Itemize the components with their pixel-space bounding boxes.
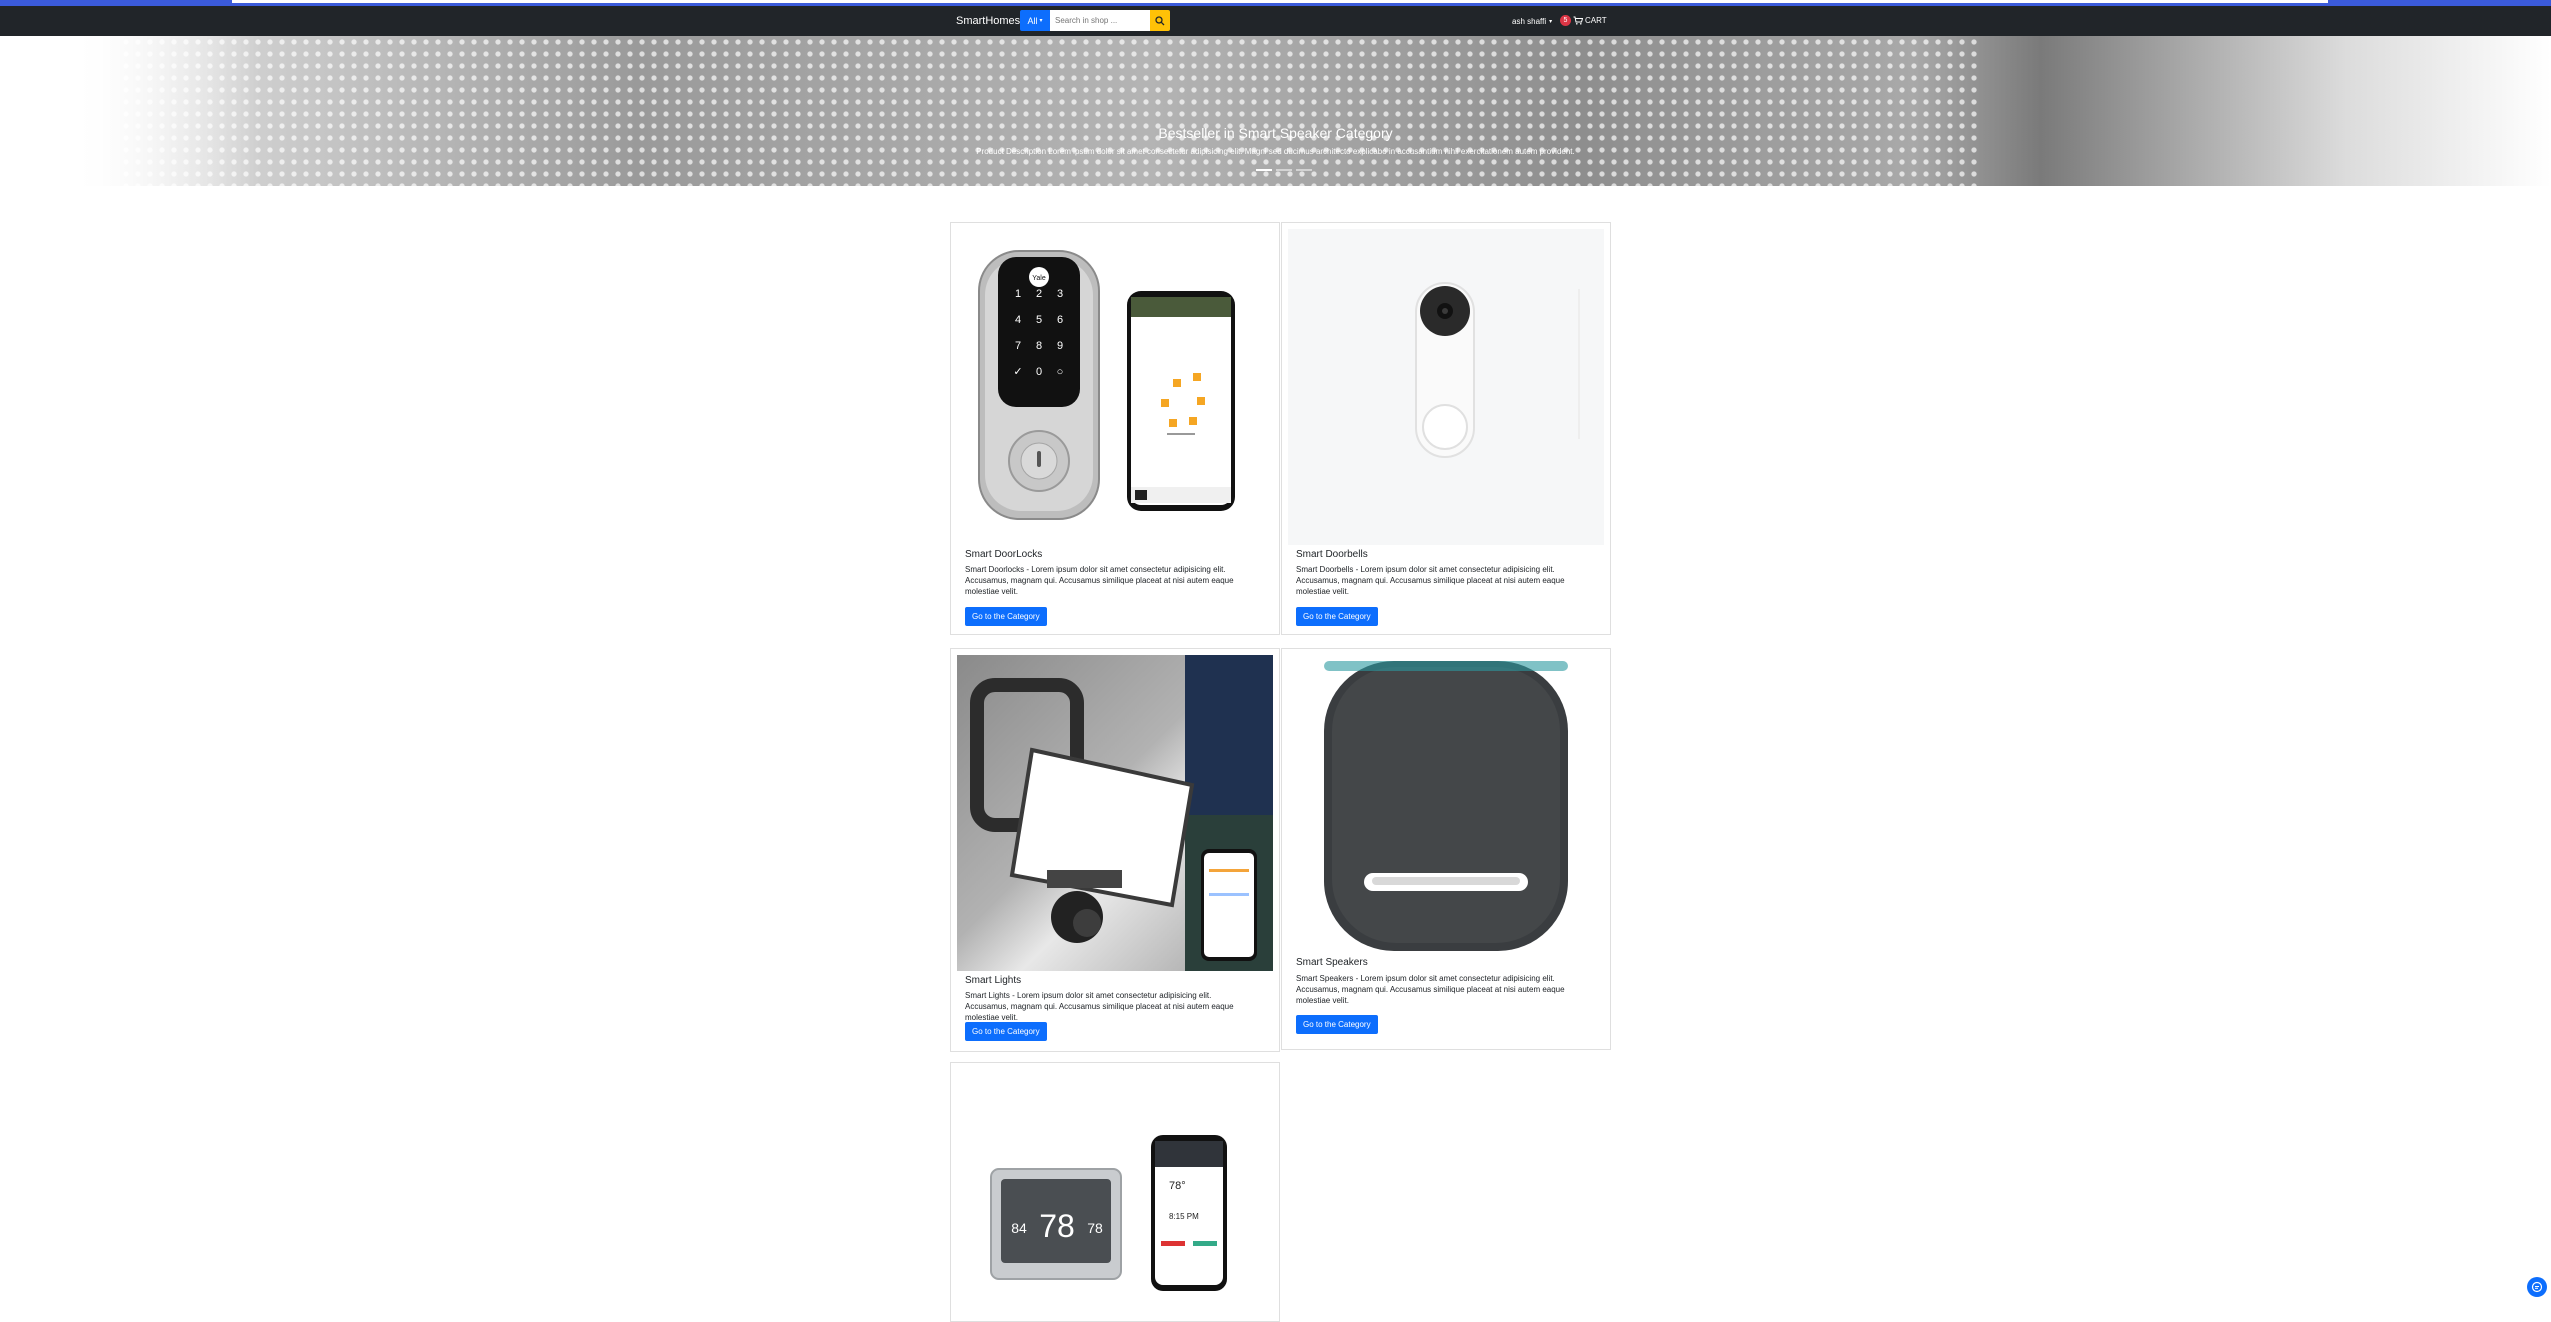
keypad-key: 1	[1015, 288, 1021, 300]
doorlock-image: Yale 1 2 3 4 5 6 7 8 9 ✓ 0 ○	[957, 229, 1273, 545]
phone-temp: 78°	[1169, 1180, 1186, 1192]
browser-top-strip-inner	[232, 0, 2328, 3]
smart-light-image	[957, 655, 1273, 971]
chat-button[interactable]	[2527, 1277, 2547, 1297]
keypad-key: 5	[1036, 314, 1042, 326]
brand-logo[interactable]: SmartHomes	[956, 15, 1020, 27]
search-bar: All ▾	[1020, 10, 1170, 31]
category-card-speakers: Smart Speakers Smart Speakers - Lorem ip…	[1281, 648, 1611, 1050]
card-description: Smart Doorlocks - Lorem ipsum dolor sit …	[965, 565, 1234, 596]
card-title: Smart Doorbells	[1296, 549, 1368, 560]
go-to-category-button[interactable]: Go to the Category	[1296, 1015, 1378, 1034]
keypad-key: 7	[1015, 340, 1021, 352]
cart-icon	[1573, 16, 1583, 25]
doorbell-image	[1288, 229, 1604, 545]
search-button[interactable]	[1150, 10, 1170, 31]
lock-logo: Yale	[1032, 275, 1046, 282]
carousel-indicators	[1256, 169, 1312, 171]
smart-speaker-image	[1288, 655, 1604, 953]
go-to-category-button[interactable]: Go to the Category	[965, 607, 1047, 626]
category-card-doorlocks: Yale 1 2 3 4 5 6 7 8 9 ✓ 0 ○ Smart DoorLocks Smart …	[950, 222, 1280, 635]
hero-speaker-fabric-image	[120, 36, 1980, 186]
keypad-key: ○	[1057, 366, 1064, 378]
keypad-key: 2	[1036, 288, 1042, 300]
caret-down-icon: ▾	[1549, 19, 1553, 25]
search-category-dropdown[interactable]: All ▾	[1020, 10, 1050, 31]
user-name: ash shaffi	[1512, 17, 1547, 26]
card-description: Smart Doorbells - Lorem ipsum dolor sit …	[1296, 565, 1565, 596]
carousel-indicator[interactable]	[1296, 169, 1312, 171]
keypad-key: 9	[1057, 340, 1063, 352]
caret-down-icon: ▾	[1039, 18, 1043, 24]
category-card-lights: Smart Lights Smart Lights - Lorem ipsum …	[950, 648, 1280, 1052]
cart-link[interactable]: 5 CART	[1560, 15, 1607, 26]
card-title: Smart Speakers	[1296, 957, 1368, 968]
category-card-thermostat: 84 78 78 78° 8:15 PM	[950, 1062, 1280, 1322]
search-icon	[1155, 15, 1165, 25]
card-description: Smart Lights - Lorem ipsum dolor sit ame…	[965, 991, 1234, 1022]
thermostat-image: 84 78 78 78° 8:15 PM	[957, 1069, 1273, 1315]
category-card-doorbells: Smart Doorbells Smart Doorbells - Lorem …	[1281, 222, 1611, 635]
go-to-category-button[interactable]: Go to the Category	[965, 1022, 1047, 1041]
hero-fade	[0, 36, 260, 186]
thermostat-setpoint: 78	[1087, 1220, 1103, 1236]
carousel-indicator[interactable]	[1276, 169, 1292, 171]
keypad-key: ✓	[1013, 366, 1022, 378]
hero-carousel: Bestseller in Smart Speaker Category Pro…	[0, 36, 2551, 186]
carousel-indicator[interactable]	[1256, 169, 1272, 171]
hero-title: Bestseller in Smart Speaker Category	[1158, 125, 1393, 141]
card-title: Smart Lights	[965, 975, 1022, 986]
chat-icon	[2531, 1281, 2543, 1293]
go-to-category-button[interactable]: Go to the Category	[1296, 607, 1378, 626]
keypad-key: 0	[1036, 366, 1042, 378]
navbar: SmartHomes All▾ ash shaffi▾ 5 CART	[0, 6, 2551, 36]
keypad-key: 3	[1057, 288, 1063, 300]
thermostat-outdoor: 84	[1011, 1220, 1027, 1236]
cart-label: CART	[1585, 16, 1607, 25]
phone-time: 8:15 PM	[1169, 1212, 1199, 1221]
card-title: Smart DoorLocks	[965, 549, 1043, 560]
keypad-key: 4	[1015, 314, 1021, 326]
search-input[interactable]	[1050, 10, 1150, 31]
user-menu[interactable]: ash shaffi ▾	[1512, 17, 1552, 26]
thermostat-current: 78	[1039, 1208, 1075, 1244]
keypad-key: 6	[1057, 314, 1063, 326]
hero-description: Product Description Lorem ipsum dolor si…	[976, 147, 1575, 156]
cart-count-badge: 5	[1560, 15, 1571, 26]
keypad-key: 8	[1036, 340, 1042, 352]
card-description: Smart Speakers - Lorem ipsum dolor sit a…	[1296, 974, 1565, 1005]
search-category-label: All	[1027, 15, 1038, 26]
